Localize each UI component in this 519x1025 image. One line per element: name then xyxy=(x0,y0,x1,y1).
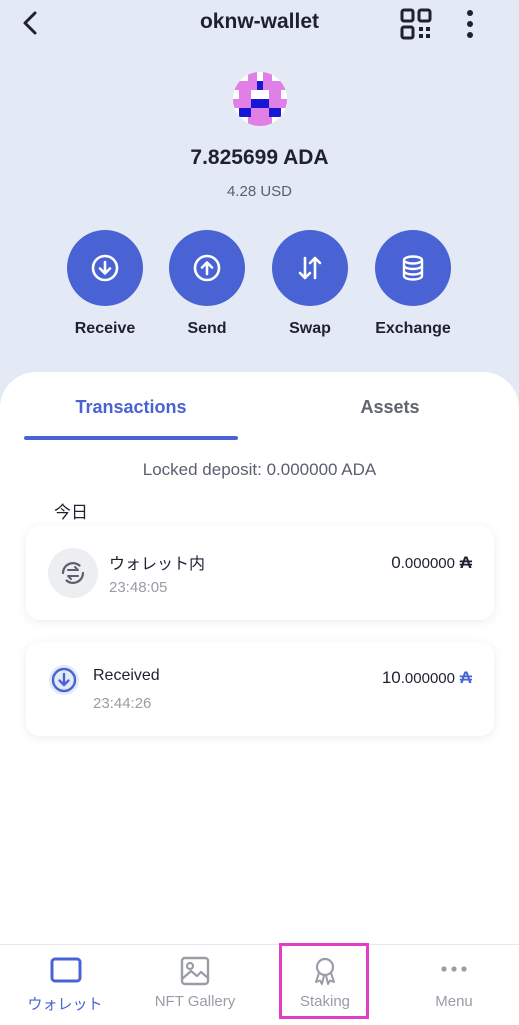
send-label: Send xyxy=(187,320,227,337)
balance-amount: 7.825699 ADA xyxy=(190,146,329,169)
ada-symbol: ₳ xyxy=(459,668,472,687)
top-bar: oknw-wallet xyxy=(0,0,519,48)
transaction-time: 23:44:26 xyxy=(93,695,152,712)
transaction-amount: 10.000000 ₳ xyxy=(382,668,472,688)
amount-decimal: .000000 xyxy=(400,555,455,572)
nav-item-wallet[interactable]: ウォレット xyxy=(0,945,130,1025)
wallet-icon xyxy=(50,957,82,983)
swap-button[interactable]: Swap xyxy=(255,230,365,338)
transaction-icon-wrap xyxy=(48,548,98,598)
staking-highlight-box xyxy=(279,943,369,1019)
send-button[interactable]: Send xyxy=(152,230,262,338)
receive-label: Receive xyxy=(74,320,136,337)
wallet-title: oknw-wallet xyxy=(199,10,320,33)
amount-integer: 10 xyxy=(381,668,401,687)
nav-label-nft-gallery: NFT Gallery xyxy=(154,993,236,1010)
transaction-amount: 0.000000 ₳ xyxy=(391,553,472,573)
transaction-item[interactable]: ウォレット内 23:48:05 0.000000 ₳ xyxy=(26,526,494,620)
arrow-down-circle-icon xyxy=(49,665,79,695)
active-tab-indicator xyxy=(24,436,238,440)
more-horizontal-icon xyxy=(441,966,467,972)
date-header: 今日 xyxy=(54,503,88,522)
tab-transactions[interactable]: Transactions xyxy=(24,397,238,418)
wallet-avatar xyxy=(233,72,287,126)
nav-label-menu: Menu xyxy=(435,993,473,1010)
exchange-button[interactable]: Exchange xyxy=(358,230,468,338)
qr-code-icon[interactable] xyxy=(400,8,432,40)
transaction-item[interactable]: Received 23:44:26 10.000000 ₳ xyxy=(26,642,494,736)
receive-button[interactable]: Receive xyxy=(50,230,160,338)
nav-label-wallet: ウォレット xyxy=(27,996,103,1013)
tab-assets[interactable]: Assets xyxy=(280,397,500,418)
locked-deposit: Locked deposit: 0.000000 ADA xyxy=(142,460,377,479)
swap-label: Swap xyxy=(289,320,331,337)
arrow-down-circle-icon xyxy=(91,254,119,282)
swap-arrows-icon xyxy=(298,256,322,280)
image-icon xyxy=(180,956,210,986)
amount-decimal: .000000 xyxy=(400,670,455,687)
transaction-name: Received xyxy=(93,667,160,684)
wallet-header-area xyxy=(0,0,519,420)
exchange-label: Exchange xyxy=(375,320,451,337)
fiat-balance: 4.28 USD xyxy=(226,183,293,200)
ada-symbol: ₳ xyxy=(459,553,472,572)
swap-refresh-icon xyxy=(61,562,85,584)
nav-item-nft-gallery[interactable]: NFT Gallery xyxy=(130,945,260,1025)
coin-stack-icon xyxy=(402,255,424,281)
transaction-time: 23:48:05 xyxy=(109,579,168,596)
arrow-up-circle-icon xyxy=(193,254,221,282)
more-vertical-icon[interactable] xyxy=(460,8,480,40)
amount-integer: 0 xyxy=(391,553,401,572)
bottom-navigation: ウォレット NFT Gallery Staking Menu xyxy=(0,944,519,1025)
transaction-name: ウォレット内 xyxy=(109,556,206,573)
nav-item-menu[interactable]: Menu xyxy=(389,945,519,1025)
